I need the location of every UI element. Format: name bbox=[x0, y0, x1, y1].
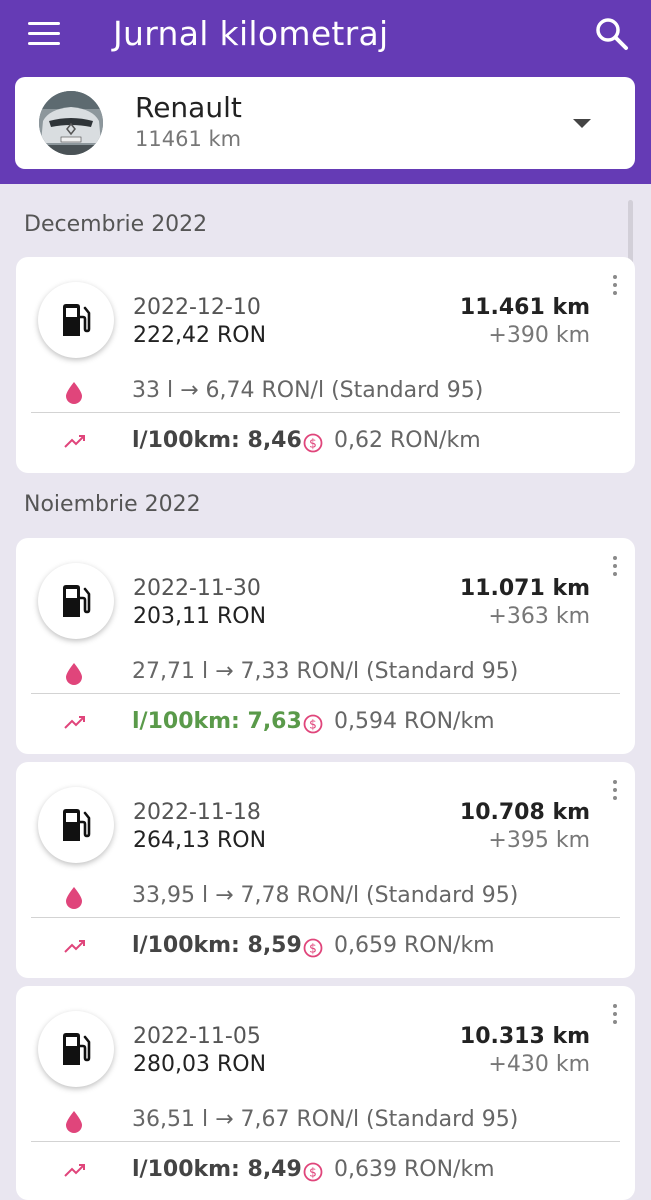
water-drop-icon bbox=[64, 1110, 84, 1138]
dollar-coin-icon: $ bbox=[303, 433, 323, 457]
fuel-entry-card[interactable]: 2022-12-10 222,42 RON 11.461 km +390 km … bbox=[16, 257, 635, 473]
dollar-coin-icon: $ bbox=[303, 714, 323, 738]
entry-fuel-details: 27,71 l → 7,33 RON/l (Standard 95) bbox=[132, 659, 519, 684]
water-drop-icon bbox=[64, 381, 84, 409]
dollar-coin-icon: $ bbox=[303, 1162, 323, 1186]
divider bbox=[31, 1141, 620, 1142]
more-vert-icon[interactable] bbox=[608, 554, 622, 578]
trending-up-icon bbox=[63, 432, 87, 454]
entry-consumption: l/100km: 8,49 bbox=[132, 1157, 302, 1182]
month-header: Noiembrie 2022 bbox=[24, 492, 201, 517]
entry-distance-delta: +363 km bbox=[488, 604, 590, 629]
entry-cost-per-km: 0,594 RON/km bbox=[334, 709, 495, 734]
divider bbox=[31, 917, 620, 918]
water-drop-icon bbox=[64, 886, 84, 914]
entry-distance-delta: +395 km bbox=[488, 828, 590, 853]
trending-up-icon bbox=[63, 937, 87, 959]
entry-odometer: 11.071 km bbox=[459, 576, 590, 601]
vehicle-name: Renault bbox=[135, 91, 242, 124]
entry-consumption: l/100km: 8,46 bbox=[132, 428, 302, 453]
search-icon[interactable] bbox=[594, 16, 630, 52]
entry-cost-per-km: 0,659 RON/km bbox=[334, 933, 495, 958]
month-header: Decembrie 2022 bbox=[24, 212, 208, 237]
gas-station-icon bbox=[38, 282, 114, 358]
entry-date: 2022-11-05 bbox=[133, 1024, 261, 1049]
entry-distance-delta: +430 km bbox=[488, 1052, 590, 1077]
vehicle-selector[interactable]: Renault 11461 km bbox=[15, 77, 635, 169]
entry-cost: 280,03 RON bbox=[133, 1052, 267, 1077]
vehicle-avatar bbox=[39, 91, 103, 155]
gas-station-icon bbox=[38, 787, 114, 863]
more-vert-icon[interactable] bbox=[608, 273, 622, 297]
gas-station-icon bbox=[38, 1011, 114, 1087]
entry-consumption: l/100km: 8,59 bbox=[132, 933, 302, 958]
app-title: Jurnal kilometraj bbox=[113, 14, 389, 53]
entry-fuel-details: 33 l → 6,74 RON/l (Standard 95) bbox=[132, 378, 484, 403]
entry-date: 2022-12-10 bbox=[133, 295, 261, 320]
entry-cost: 222,42 RON bbox=[133, 323, 267, 348]
entry-cost-per-km: 0,639 RON/km bbox=[334, 1157, 495, 1182]
entry-cost: 264,13 RON bbox=[133, 828, 267, 853]
water-drop-icon bbox=[64, 662, 84, 690]
more-vert-icon[interactable] bbox=[608, 1002, 622, 1026]
entry-distance-delta: +390 km bbox=[488, 323, 590, 348]
entry-odometer: 10.708 km bbox=[459, 800, 590, 825]
entry-cost: 203,11 RON bbox=[133, 604, 267, 629]
dollar-coin-icon: $ bbox=[303, 938, 323, 962]
svg-text:$: $ bbox=[309, 718, 317, 732]
fuel-entry-card[interactable]: 2022-11-30 203,11 RON 11.071 km +363 km … bbox=[16, 538, 635, 754]
gas-station-icon bbox=[38, 563, 114, 639]
trending-up-icon bbox=[63, 1161, 87, 1183]
entry-fuel-details: 33,95 l → 7,78 RON/l (Standard 95) bbox=[132, 883, 519, 908]
entry-fuel-details: 36,51 l → 7,67 RON/l (Standard 95) bbox=[132, 1107, 519, 1132]
entry-date: 2022-11-30 bbox=[133, 576, 261, 601]
svg-text:$: $ bbox=[309, 1166, 317, 1180]
entry-cost-per-km: 0,62 RON/km bbox=[334, 428, 481, 453]
menu-icon[interactable] bbox=[28, 22, 60, 46]
vehicle-odometer: 11461 km bbox=[135, 127, 242, 151]
fuel-entry-card[interactable]: 2022-11-05 280,03 RON 10.313 km +430 km … bbox=[16, 986, 635, 1200]
divider bbox=[31, 693, 620, 694]
entry-date: 2022-11-18 bbox=[133, 800, 261, 825]
more-vert-icon[interactable] bbox=[608, 778, 622, 802]
fuel-entry-card[interactable]: 2022-11-18 264,13 RON 10.708 km +395 km … bbox=[16, 762, 635, 978]
entry-odometer: 11.461 km bbox=[459, 295, 590, 320]
svg-text:$: $ bbox=[309, 942, 317, 956]
entry-consumption: l/100km: 7,63 bbox=[132, 709, 302, 734]
trending-up-icon bbox=[63, 713, 87, 735]
entry-odometer: 10.313 km bbox=[459, 1024, 590, 1049]
svg-text:$: $ bbox=[309, 437, 317, 451]
divider bbox=[31, 412, 620, 413]
arrow-drop-down-icon[interactable] bbox=[573, 119, 591, 128]
